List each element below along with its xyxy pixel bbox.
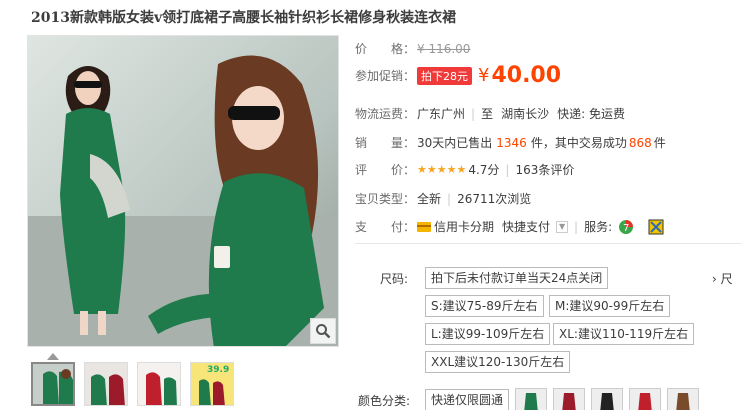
- thumb-active-indicator: [47, 353, 59, 360]
- credit-card-icon: [417, 221, 431, 232]
- color-option-express[interactable]: 快递仅限圆通: [425, 389, 510, 410]
- promo-tag: 拍下28元: [417, 66, 472, 85]
- size-option-s[interactable]: S:建议75-89斤左右: [425, 295, 544, 317]
- rating-stars: ★★★★★: [417, 163, 467, 176]
- seven-day-return-icon[interactable]: 7: [618, 219, 634, 235]
- size-more-link[interactable]: › 尺: [712, 270, 733, 287]
- sales-success-count: 868: [628, 135, 652, 150]
- type-label: 宝贝类型：: [355, 192, 416, 206]
- sales-mid: 件，其中交易成功: [530, 136, 627, 150]
- separator: |: [574, 219, 579, 234]
- size-option-xxl[interactable]: XXL建议120-130斤左右: [425, 351, 571, 373]
- product-title: 2013新款韩版女装v领打底裙子高腰长袖针织衫长裙修身秋装连衣裙: [31, 10, 457, 26]
- promo-row: 参加促销： 拍下28元 ¥ 40.00: [355, 63, 561, 88]
- shipping-row: 物流运费： 广东广州 | 至 湖南长沙 快递: 免运费: [355, 105, 625, 122]
- payment-label: 支 付：: [355, 220, 416, 234]
- ship-from: 广东广州: [417, 107, 466, 121]
- type-value: 全新: [417, 192, 442, 206]
- sales-row: 销 量： 30天内已售出 1346 件，其中交易成功 868 件: [355, 134, 666, 151]
- thumbnail-strip: 39.9: [31, 362, 234, 406]
- promo-label: 参加促销：: [355, 69, 416, 83]
- size-option-notice[interactable]: 拍下后未付款订单当天24点关闭: [425, 267, 609, 289]
- size-option-m[interactable]: M:建议90-99斤左右: [549, 295, 671, 317]
- rating-label: 评 价：: [355, 163, 416, 177]
- thumbnail-price-label: 39.9: [207, 365, 230, 375]
- guarantee-icon[interactable]: [648, 219, 664, 235]
- service-label: 服务:: [584, 220, 613, 234]
- separator: |: [505, 162, 510, 177]
- payment-row: 支 付： 信用卡分期 快捷支付 ▼ | 服务: 7: [355, 218, 664, 235]
- price-row: 价 格： ¥ 116.00: [355, 40, 470, 57]
- rating-score: 4.7分: [468, 163, 500, 177]
- divider: [355, 243, 742, 244]
- color-label: 颜色分类:: [358, 394, 411, 408]
- ship-to-select[interactable]: 湖南长沙: [501, 105, 549, 122]
- original-price: ¥ 116.00: [417, 41, 471, 56]
- size-option-xl[interactable]: XL:建议110-119斤左右: [553, 323, 695, 345]
- size-label: 尺码:: [380, 272, 409, 286]
- chevron-down-icon[interactable]: ▼: [556, 220, 569, 233]
- sales-count: 1346: [496, 135, 527, 150]
- shipping-note: 快递: 免运费: [557, 107, 625, 121]
- thumbnail-3[interactable]: [137, 362, 181, 406]
- promo-price: 40.00: [491, 63, 562, 88]
- credit-installment: 信用卡分期: [434, 220, 495, 234]
- color-option-5[interactable]: [667, 388, 699, 410]
- rating-row: 评 价： ★★★★★ 4.7分 | 163条评价: [355, 161, 574, 178]
- ship-to-prefix: 至: [481, 107, 494, 121]
- sales-suffix: 件: [653, 136, 666, 150]
- sales-label: 销 量：: [355, 136, 416, 150]
- rating-count-link[interactable]: 163条评价: [515, 161, 574, 178]
- magnifier-icon: [316, 324, 331, 339]
- size-option-l[interactable]: L:建议99-109斤左右: [425, 323, 551, 345]
- price-label: 价 格：: [355, 42, 416, 56]
- svg-text:7: 7: [623, 223, 629, 234]
- type-row: 宝贝类型： 全新 | 26711次浏览: [355, 190, 531, 207]
- color-option-2[interactable]: [553, 388, 585, 410]
- color-option-4[interactable]: [629, 388, 661, 410]
- thumbnail-4[interactable]: 39.9: [190, 362, 234, 406]
- zoom-button[interactable]: [310, 318, 336, 344]
- separator: |: [471, 106, 476, 121]
- promo-currency: ¥: [478, 65, 490, 86]
- color-option-3[interactable]: [591, 388, 623, 410]
- color-option-1[interactable]: [515, 388, 547, 410]
- main-product-image[interactable]: [27, 35, 339, 347]
- main-image-illustration: [28, 36, 338, 346]
- thumbnail-1[interactable]: [31, 362, 75, 406]
- thumbnail-2[interactable]: [84, 362, 128, 406]
- quick-pay: 快捷支付: [502, 220, 551, 234]
- separator: |: [447, 191, 452, 206]
- shipping-label: 物流运费：: [355, 107, 416, 121]
- view-count: 26711次浏览: [457, 192, 532, 206]
- sales-prefix: 30天内已售出: [417, 136, 493, 150]
